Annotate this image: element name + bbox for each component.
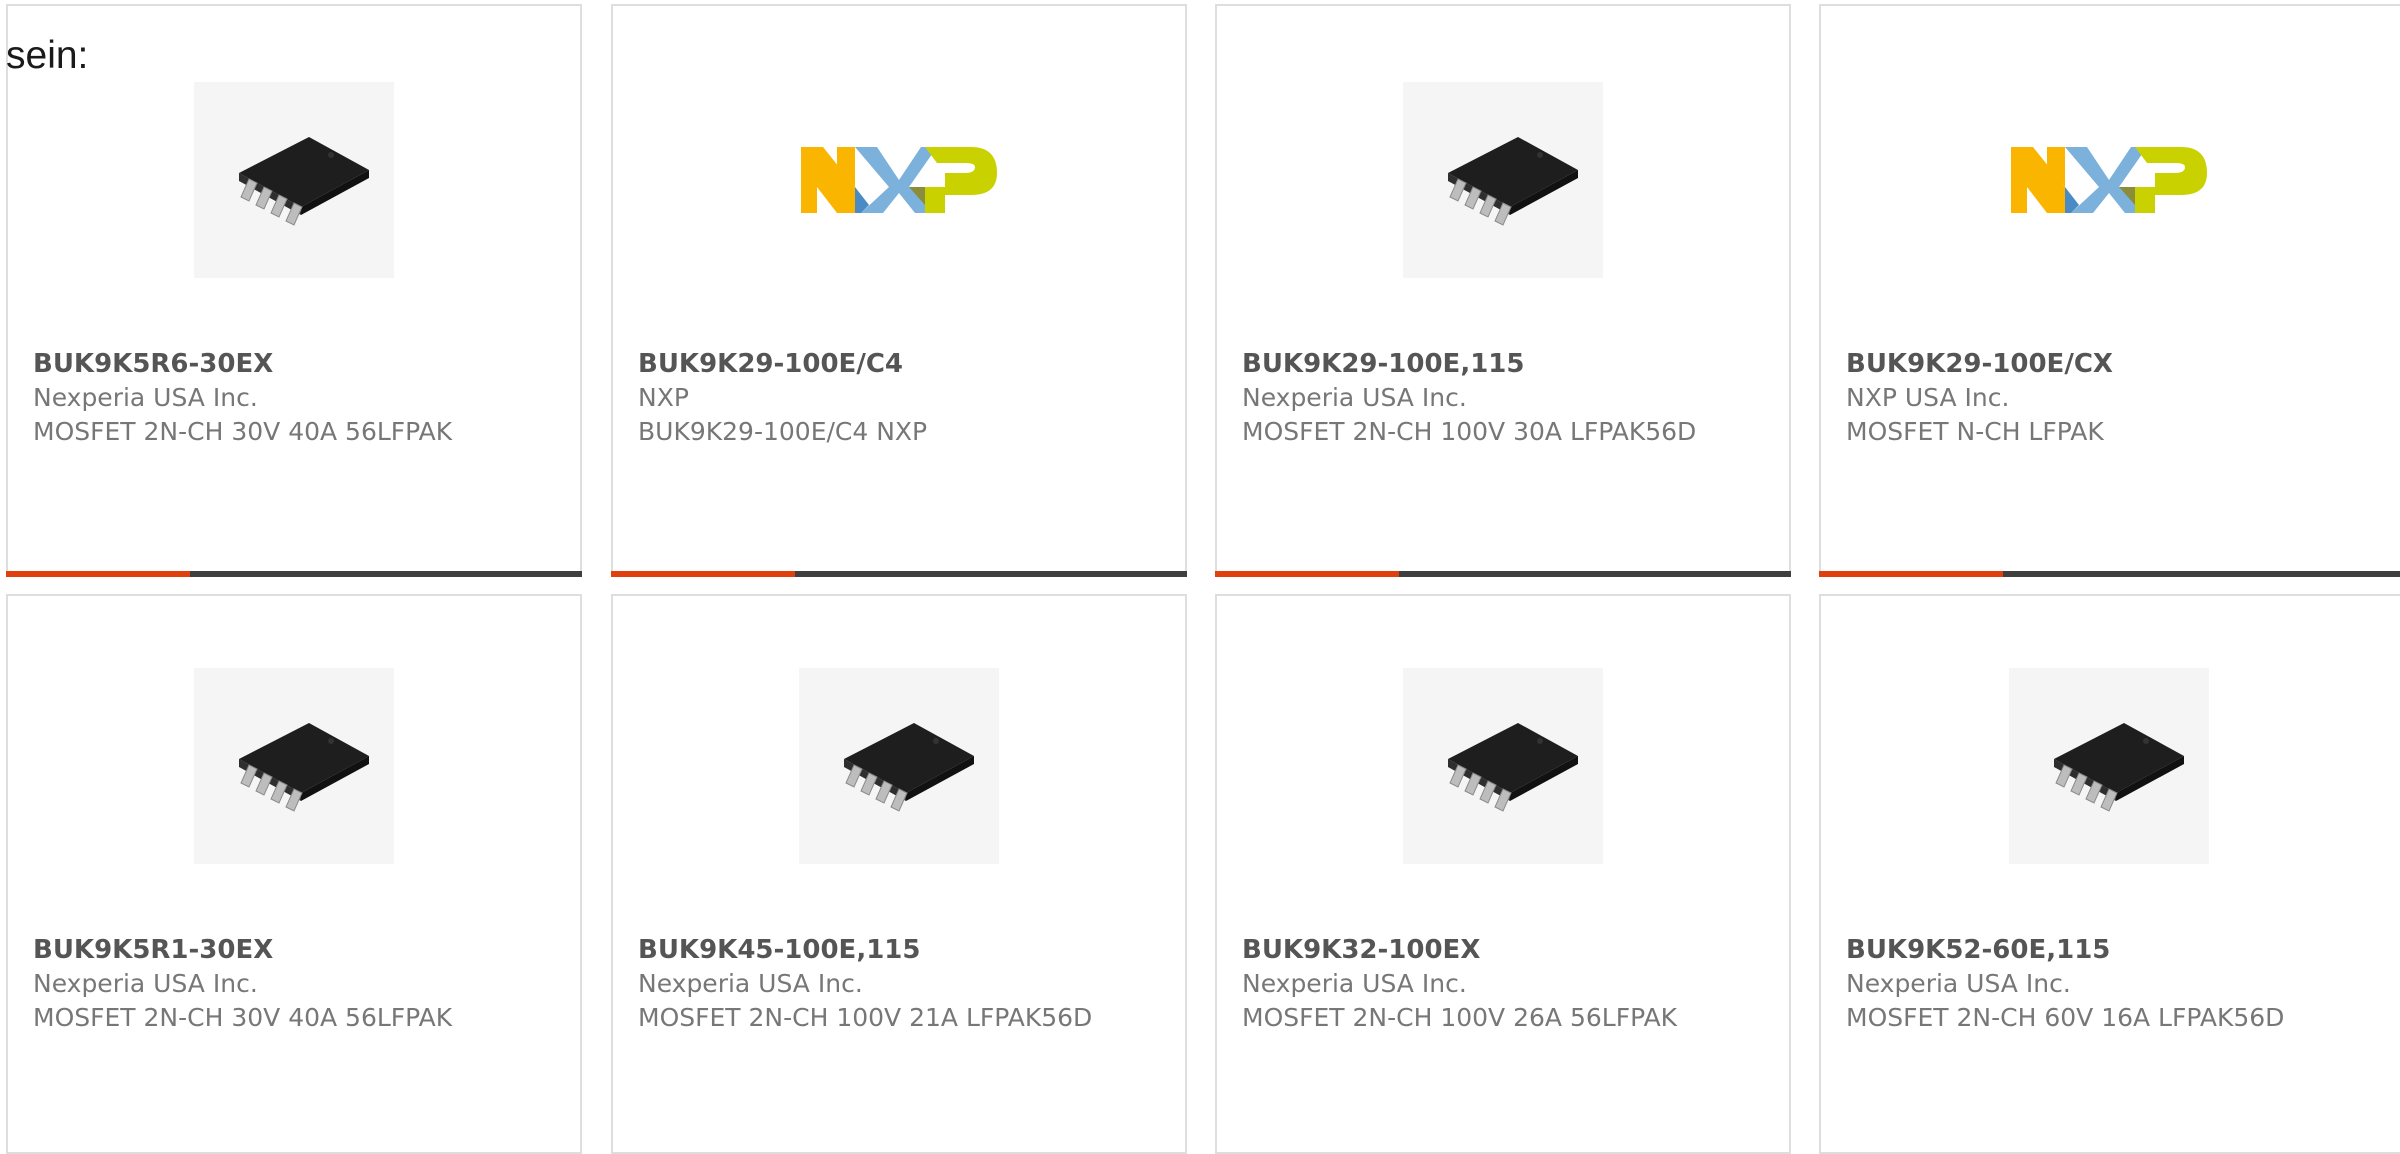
product-card[interactable]: BUK9K45-100E,115 Nexperia USA Inc. MOSFE…	[611, 594, 1187, 1154]
part-number-link[interactable]: BUK9K52-60E,115	[1846, 933, 2380, 967]
part-number-link[interactable]: BUK9K29-100E/C4	[638, 347, 1165, 381]
manufacturer: NXP USA Inc.	[1846, 383, 2010, 412]
description: MOSFET 2N-CH 30V 40A 56LFPAK	[33, 417, 453, 446]
product-card[interactable]: BUK9K29-100E/C4 NXP BUK9K29-100E/C4 NXP	[611, 4, 1187, 577]
part-number-link[interactable]: BUK9K29-100E/CX	[1846, 347, 2380, 381]
card-bar-accent	[6, 571, 190, 577]
chip-image	[194, 668, 394, 864]
manufacturer: Nexperia USA Inc.	[33, 383, 258, 412]
part-number-link[interactable]: BUK9K5R1-30EX	[33, 933, 560, 967]
part-number-link[interactable]: BUK9K45-100E,115	[638, 933, 1165, 967]
card-bar-accent	[1215, 571, 1399, 577]
chip-image	[194, 82, 394, 278]
manufacturer: Nexperia USA Inc.	[33, 969, 258, 998]
manufacturer: Nexperia USA Inc.	[1846, 969, 2071, 998]
description: BUK9K29-100E/C4 NXP	[638, 417, 928, 446]
manufacturer: NXP	[638, 383, 689, 412]
chip-image	[1403, 668, 1603, 864]
intro-text: sein:	[6, 34, 89, 77]
product-card[interactable]: BUK9K29-100E/CX NXP USA Inc. MOSFET N-CH…	[1819, 4, 2400, 577]
manufacturer: Nexperia USA Inc.	[1242, 969, 1467, 998]
part-number-link[interactable]: BUK9K32-100EX	[1242, 933, 1769, 967]
description: MOSFET 2N-CH 60V 16A LFPAK56D	[1846, 1003, 2285, 1032]
card-bar-accent	[611, 571, 795, 577]
product-card[interactable]: BUK9K32-100EX Nexperia USA Inc. MOSFET 2…	[1215, 594, 1791, 1154]
description: MOSFET N-CH LFPAK	[1846, 417, 2104, 446]
description: MOSFET 2N-CH 30V 40A 56LFPAK	[33, 1003, 453, 1032]
nxp-logo	[791, 82, 1007, 278]
product-card[interactable]: BUK9K52-60E,115 Nexperia USA Inc. MOSFET…	[1819, 594, 2400, 1154]
chip-image	[799, 668, 999, 864]
description: MOSFET 2N-CH 100V 21A LFPAK56D	[638, 1003, 1093, 1032]
description: MOSFET 2N-CH 100V 26A 56LFPAK	[1242, 1003, 1678, 1032]
card-bar	[6, 571, 582, 577]
description: MOSFET 2N-CH 100V 30A LFPAK56D	[1242, 417, 1697, 446]
product-card[interactable]: BUK9K29-100E,115 Nexperia USA Inc. MOSFE…	[1215, 4, 1791, 577]
product-card[interactable]: BUK9K5R6-30EX Nexperia USA Inc. MOSFET 2…	[6, 4, 582, 577]
card-bar-accent	[1819, 571, 2003, 577]
product-card[interactable]: BUK9K5R1-30EX Nexperia USA Inc. MOSFET 2…	[6, 594, 582, 1154]
manufacturer: Nexperia USA Inc.	[638, 969, 863, 998]
manufacturer: Nexperia USA Inc.	[1242, 383, 1467, 412]
chip-image	[1403, 82, 1603, 278]
card-bar	[1215, 571, 1791, 577]
chip-image	[2009, 668, 2209, 864]
nxp-logo	[2001, 82, 2217, 278]
card-bar	[1819, 571, 2400, 577]
part-number-link[interactable]: BUK9K29-100E,115	[1242, 347, 1769, 381]
part-number-link[interactable]: BUK9K5R6-30EX	[33, 347, 560, 381]
card-bar	[611, 571, 1187, 577]
